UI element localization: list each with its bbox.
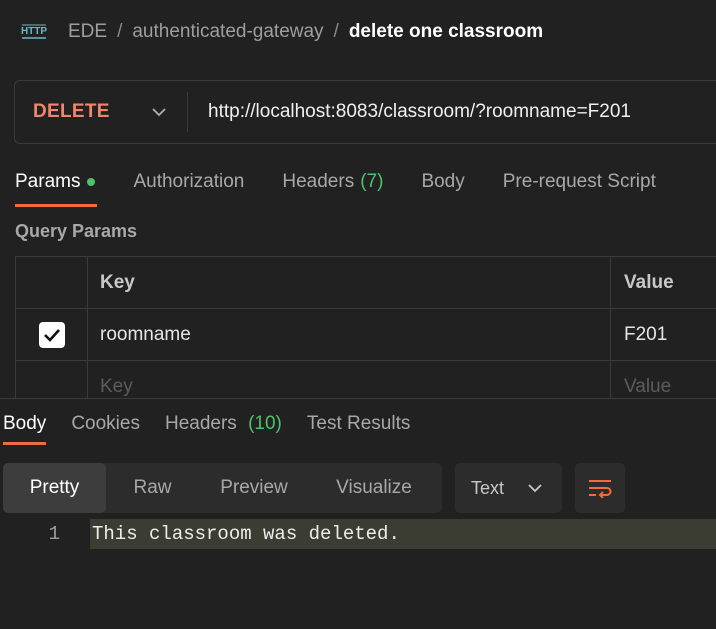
method-label: DELETE [33, 101, 110, 122]
header-key: Key [88, 257, 611, 308]
checkmark-icon [43, 328, 60, 342]
tab-response-headers[interactable]: Headers (10) [165, 413, 282, 435]
http-icon: HTTP [20, 21, 48, 43]
breadcrumb-separator: / [117, 21, 123, 42]
response-body-text[interactable]: This classroom was deleted. [90, 519, 716, 549]
breadcrumb: HTTP EDE / authenticated-gateway / delet… [20, 18, 543, 46]
chevron-down-icon [528, 483, 542, 493]
params-indicator-dot [87, 178, 96, 186]
tab-authorization-label: Authorization [133, 171, 245, 192]
breadcrumb-collection[interactable]: authenticated-gateway [132, 21, 323, 43]
url-input[interactable] [188, 81, 716, 143]
wrap-lines-button[interactable] [575, 463, 625, 513]
query-params-table: Key Value roomname F201 Key Value [15, 256, 716, 413]
tab-body-label: Body [421, 171, 465, 192]
headers-count: (7) [360, 171, 384, 192]
tab-params[interactable]: Params [15, 167, 98, 207]
breadcrumb-separator: / [333, 21, 339, 42]
param-check-cell [15, 309, 88, 360]
view-raw-button[interactable]: Raw [106, 463, 199, 513]
tab-headers[interactable]: Headers (7) [282, 167, 383, 197]
chevron-down-icon [152, 107, 166, 117]
tab-prerequest-label: Pre-request Script [502, 171, 656, 192]
view-pretty-button[interactable]: Pretty [3, 463, 106, 513]
query-params-title: Query Params [15, 221, 138, 241]
response-code-line: 1 This classroom was deleted. [0, 519, 716, 549]
line-number: 1 [48, 523, 60, 545]
tab-test-results[interactable]: Test Results [307, 413, 410, 435]
tab-response-body[interactable]: Body [3, 413, 47, 445]
response-panel: Body Cookies Headers (10) Test Results P… [0, 398, 716, 629]
param-value[interactable]: F201 [611, 309, 716, 360]
url-bar: DELETE [14, 80, 716, 144]
tab-response-headers-label: Headers [164, 413, 237, 434]
tab-cookies[interactable]: Cookies [71, 413, 140, 435]
view-visualize-button[interactable]: Visualize [309, 463, 439, 513]
tab-params-label: Params [15, 171, 81, 192]
svg-text:HTTP: HTTP [21, 26, 47, 37]
response-tabs: Body Cookies Headers (10) Test Results [3, 413, 435, 445]
request-tabs: Params Authorization Headers (7) Body Pr… [15, 167, 694, 207]
header-value: Value [624, 271, 674, 293]
view-preview-button[interactable]: Preview [199, 463, 309, 513]
method-select[interactable]: DELETE [15, 81, 187, 143]
param-checkbox[interactable] [38, 321, 65, 348]
table-header-row: Key Value [15, 257, 716, 309]
param-key[interactable]: roomname [88, 309, 611, 360]
wrap-lines-icon [589, 480, 612, 498]
tab-prerequest-script[interactable]: Pre-request Script [503, 167, 656, 197]
table-row: roomname F201 [15, 309, 716, 361]
header-check-cell [15, 257, 88, 308]
request-name[interactable]: delete one classroom [349, 21, 543, 43]
tab-headers-label: Headers [282, 171, 355, 192]
format-select[interactable]: Text [455, 463, 562, 513]
tab-body[interactable]: Body [421, 167, 464, 197]
breadcrumb-workspace[interactable]: EDE [68, 21, 107, 43]
response-headers-count: (10) [248, 413, 282, 434]
format-label: Text [471, 477, 505, 498]
response-view-switch: Pretty Raw Preview Visualize [3, 463, 442, 513]
tab-authorization[interactable]: Authorization [133, 167, 244, 197]
